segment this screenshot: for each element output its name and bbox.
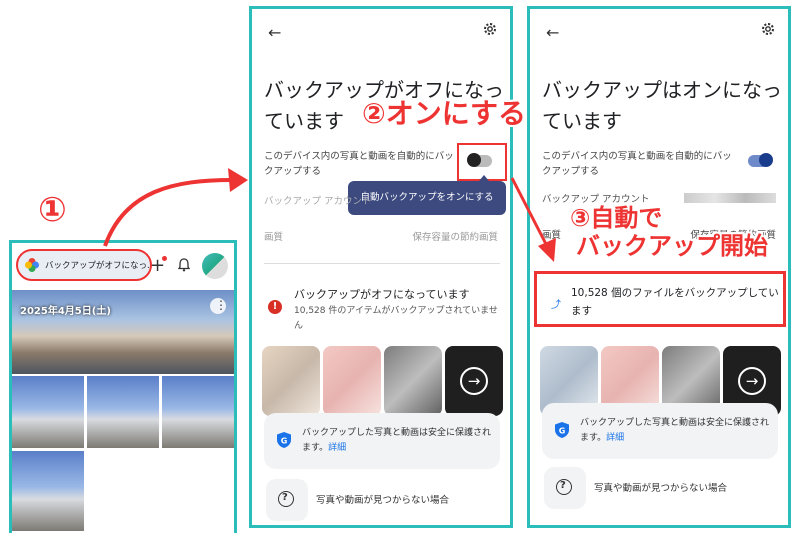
annotation-arrows <box>103 168 556 262</box>
annotation-step3-line2: バックアップ開始 <box>576 232 768 260</box>
annotation-step1: ① <box>38 190 67 230</box>
annotation-step2: ②オンにする <box>362 97 526 130</box>
